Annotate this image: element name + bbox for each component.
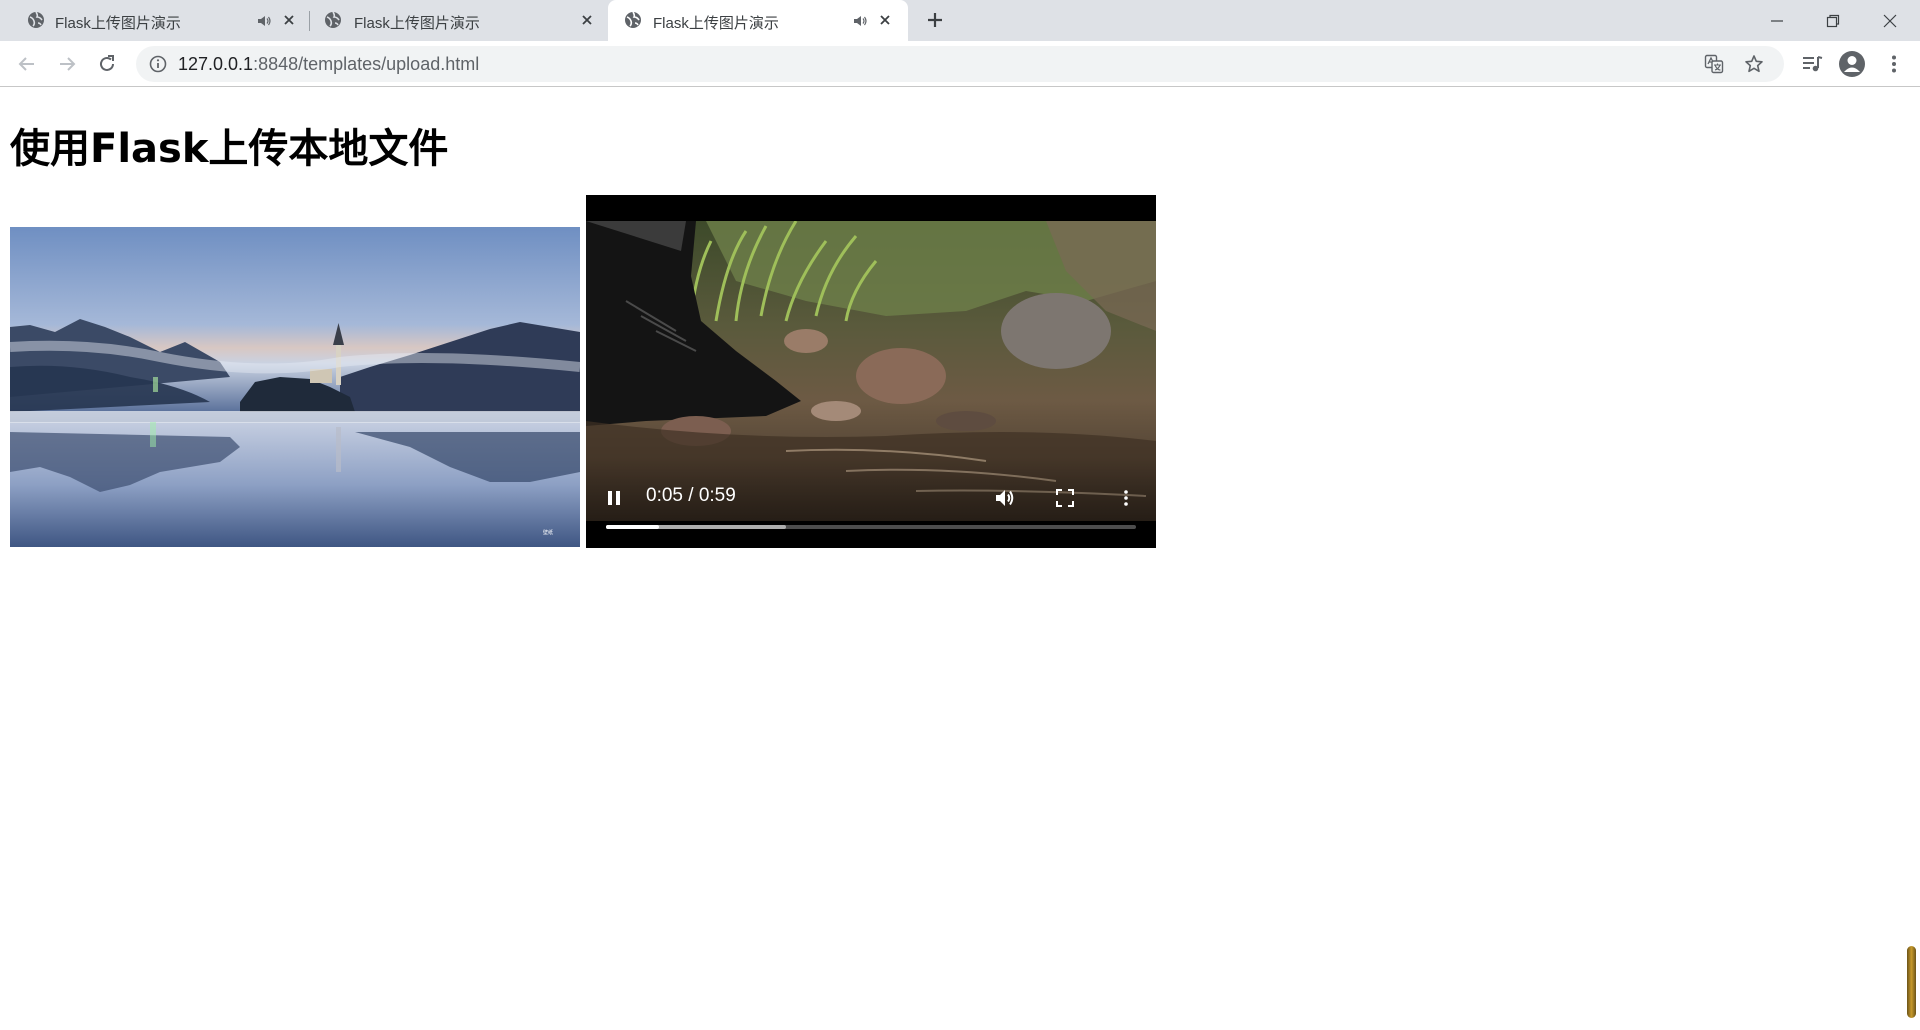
address-bar[interactable]: 127.0.0.1:8848/templates/upload.html — [136, 46, 1784, 82]
close-icon[interactable] — [280, 11, 298, 29]
url-host: 127.0.0.1 — [178, 54, 254, 74]
speaker-icon[interactable] — [256, 13, 272, 29]
tab-title: Flask上传图片演示 — [55, 15, 181, 32]
media-control-button[interactable] — [1798, 50, 1826, 78]
page-title: 使用Flask上传本地文件 — [10, 126, 449, 172]
window-close-button[interactable] — [1862, 0, 1918, 41]
video-played-range — [606, 525, 659, 529]
url-path: :8848/templates/upload.html — [253, 54, 480, 74]
tab-3-active[interactable]: Flask上传图片演示 — [608, 0, 908, 41]
reload-button[interactable] — [93, 50, 121, 78]
media-control-icon — [1803, 56, 1823, 72]
restore-icon — [1826, 14, 1840, 27]
account-button[interactable] — [1838, 50, 1866, 78]
kebab-menu-icon — [1124, 490, 1128, 506]
scrollbar-thumb[interactable] — [1907, 946, 1916, 1018]
tab-title: Flask上传图片演示 — [653, 15, 779, 32]
pause-button[interactable] — [600, 484, 628, 512]
minimize-icon — [1771, 19, 1783, 22]
forward-button[interactable] — [53, 50, 81, 78]
browser-menu-button[interactable] — [1880, 50, 1908, 78]
page-content: 使用Flask上传本地文件 壁纸 0:05 / 0:59 — [0, 88, 1920, 1030]
svg-text:壁纸: 壁纸 — [543, 529, 553, 536]
tab-2[interactable]: Flask上传图片演示 — [306, 0, 606, 41]
browser-toolbar: 127.0.0.1:8848/templates/upload.html — [0, 41, 1920, 87]
tab-1[interactable]: Flask上传图片演示 — [8, 0, 306, 41]
restore-button[interactable] — [1805, 0, 1861, 41]
video-time-display: 0:05 / 0:59 — [646, 485, 736, 506]
kebab-menu-icon — [1892, 55, 1896, 73]
speaker-icon[interactable] — [852, 13, 868, 29]
info-icon[interactable] — [149, 55, 167, 73]
back-arrow-icon — [18, 57, 34, 71]
close-icon — [1883, 14, 1897, 27]
tab-title: Flask上传图片演示 — [354, 15, 480, 32]
plus-icon[interactable] — [923, 8, 947, 32]
back-button[interactable] — [13, 50, 41, 78]
pause-icon — [608, 491, 620, 505]
uploaded-image: 壁纸 — [10, 227, 580, 547]
globe-icon — [28, 11, 44, 28]
close-icon[interactable] — [876, 11, 894, 29]
minimize-button[interactable] — [1749, 0, 1805, 41]
globe-icon — [625, 11, 641, 28]
video-progress-bar[interactable] — [606, 525, 1136, 529]
reload-icon — [100, 55, 114, 71]
fullscreen-icon — [1056, 489, 1074, 507]
video-more-options-button[interactable] — [1112, 484, 1140, 512]
video-player[interactable]: 0:05 / 0:59 — [586, 195, 1156, 548]
volume-icon — [996, 490, 1014, 506]
fullscreen-button[interactable] — [1051, 484, 1079, 512]
mute-button[interactable] — [991, 484, 1019, 512]
url-text[interactable]: 127.0.0.1:8848/templates/upload.html — [178, 54, 479, 75]
translate-icon[interactable] — [1704, 54, 1724, 74]
account-icon — [1839, 51, 1865, 77]
tab-strip: Flask上传图片演示 Flask上传图片演示 Flask上传图片演示 — [0, 0, 1920, 41]
forward-arrow-icon — [60, 57, 76, 71]
close-icon[interactable] — [578, 11, 596, 29]
star-icon[interactable] — [1744, 54, 1764, 74]
globe-icon — [325, 11, 341, 28]
